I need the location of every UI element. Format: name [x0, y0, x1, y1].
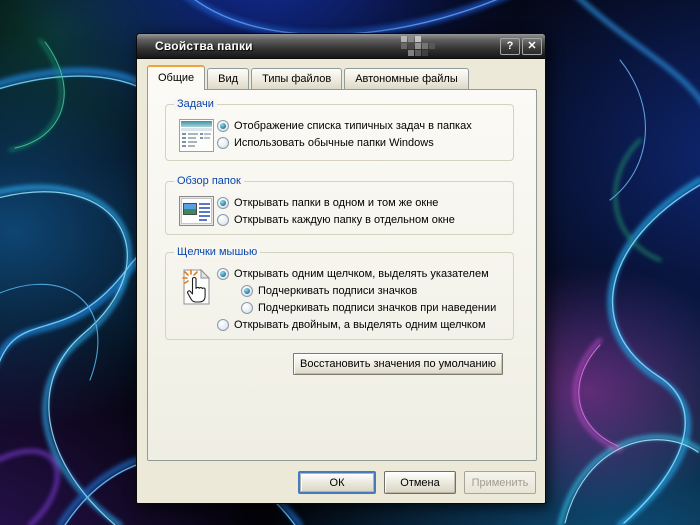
- tasks-pane-icon: [175, 119, 217, 152]
- radio-label: Отображение списка типичных задач в папк…: [234, 119, 472, 132]
- window-title: Свойства папки: [155, 39, 253, 53]
- close-button[interactable]: ✕: [522, 38, 542, 55]
- radio-button[interactable]: [241, 284, 253, 297]
- tab-file-types[interactable]: Типы файлов: [251, 68, 343, 89]
- radio-label: Открывать одним щелчком, выделять указат…: [234, 267, 489, 280]
- apply-button[interactable]: Применить: [464, 471, 536, 494]
- folder-window-icon: [175, 196, 217, 226]
- tab-offline-files[interactable]: Автономные файлы: [344, 68, 469, 89]
- option-same-window[interactable]: Открывать папки в одном и том же окне: [217, 196, 505, 209]
- option-underline-always[interactable]: Подчеркивать подписи значков: [241, 284, 505, 297]
- footer-button-row: ОК Отмена Применить: [137, 461, 545, 504]
- group-browse-folders: Обзор папок Открывать папки в одном и то…: [165, 175, 514, 235]
- tab-general[interactable]: Общие: [147, 65, 206, 90]
- radio-button[interactable]: [217, 136, 229, 149]
- group-tasks: Задачи Отображение списка типичных задач…: [165, 98, 514, 161]
- cancel-button[interactable]: Отмена: [384, 471, 456, 494]
- radio-label: Подчеркивать подписи значков при наведен…: [258, 301, 497, 314]
- folder-options-window: Свойства папки ? ✕ Общие Вид Типы файлов…: [136, 33, 546, 504]
- tab-page-general: Задачи Отображение списка типичных задач…: [147, 89, 537, 461]
- group-tasks-label: Задачи: [174, 98, 217, 110]
- single-click-hand-icon: [175, 267, 217, 307]
- radio-button[interactable]: [217, 267, 229, 280]
- titlebar-ornament: [401, 36, 435, 56]
- radio-button[interactable]: [217, 318, 229, 331]
- help-button[interactable]: ?: [500, 38, 520, 55]
- dialog-body: Общие Вид Типы файлов Автономные файлы З…: [137, 59, 545, 504]
- radio-button[interactable]: [217, 119, 229, 132]
- group-browse-label: Обзор папок: [174, 175, 244, 187]
- group-clicks-label: Щелчки мышью: [174, 246, 261, 258]
- radio-label: Использовать обычные папки Windows: [234, 136, 434, 149]
- desktop: Свойства папки ? ✕ Общие Вид Типы файлов…: [0, 0, 700, 525]
- ok-button[interactable]: ОК: [298, 471, 376, 494]
- option-double-click[interactable]: Открывать двойным, а выделять одним щелч…: [217, 318, 505, 331]
- option-single-click[interactable]: Открывать одним щелчком, выделять указат…: [217, 267, 505, 280]
- group-mouse-clicks: Щелчки мышью Открывать одним щелчком, вы…: [165, 246, 514, 340]
- radio-button[interactable]: [241, 301, 253, 314]
- option-show-common-tasks[interactable]: Отображение списка типичных задач в папк…: [217, 119, 505, 132]
- radio-label: Открывать папки в одном и том же окне: [234, 196, 439, 209]
- radio-label: Подчеркивать подписи значков: [258, 284, 418, 297]
- option-separate-window[interactable]: Открывать каждую папку в отдельном окне: [217, 213, 505, 226]
- restore-defaults-button[interactable]: Восстановить значения по умолчанию: [292, 353, 503, 375]
- option-underline-hover[interactable]: Подчеркивать подписи значков при наведен…: [241, 301, 505, 314]
- radio-button[interactable]: [217, 196, 229, 209]
- option-classic-folders[interactable]: Использовать обычные папки Windows: [217, 136, 505, 149]
- titlebar[interactable]: Свойства папки ? ✕: [137, 34, 545, 59]
- radio-label: Открывать двойным, а выделять одним щелч…: [234, 318, 486, 331]
- tab-strip: Общие Вид Типы файлов Автономные файлы: [147, 65, 471, 90]
- tab-view[interactable]: Вид: [207, 68, 250, 89]
- radio-label: Открывать каждую папку в отдельном окне: [234, 213, 455, 226]
- radio-button[interactable]: [217, 213, 229, 226]
